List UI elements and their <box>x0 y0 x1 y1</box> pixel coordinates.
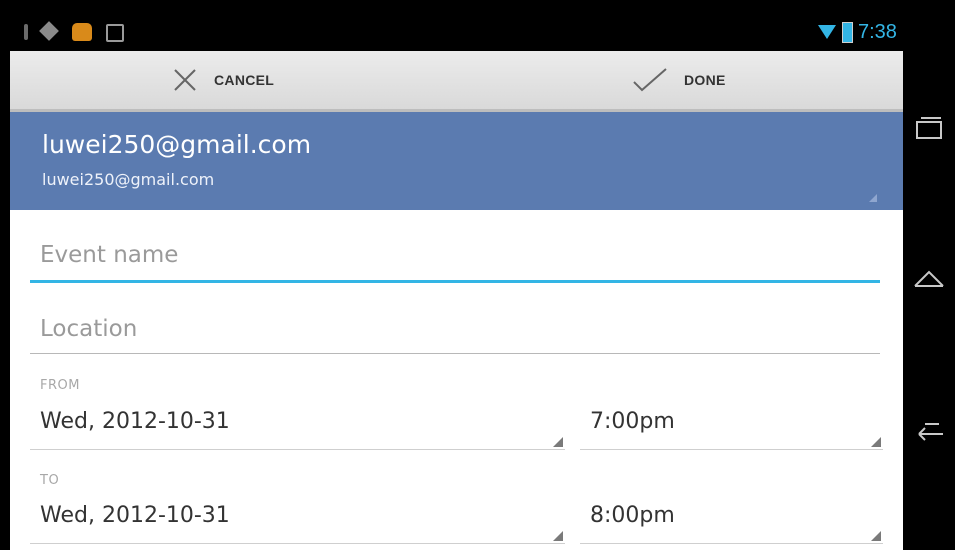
to-label: TO <box>40 473 60 488</box>
navigation-icon <box>39 21 59 41</box>
status-clock: 7:38 <box>858 21 897 43</box>
close-icon <box>170 65 200 95</box>
checkmark-icon <box>630 65 670 95</box>
battery-icon <box>842 22 853 43</box>
home-icon[interactable] <box>911 262 947 298</box>
location-underline <box>30 353 880 354</box>
cancel-label: CANCEL <box>214 72 275 88</box>
end-time-spinner[interactable]: 8:00pm <box>580 503 883 544</box>
end-date-spinner[interactable]: Wed, 2012-10-31 <box>30 503 565 544</box>
end-time-value: 8:00pm <box>590 503 675 528</box>
back-icon[interactable] <box>911 412 947 448</box>
end-date-value: Wed, 2012-10-31 <box>40 503 230 528</box>
start-date-value: Wed, 2012-10-31 <box>40 409 230 434</box>
start-time-spinner[interactable]: 7:00pm <box>580 409 883 450</box>
wifi-icon <box>818 25 836 39</box>
dropdown-corner-icon <box>871 437 881 447</box>
start-time-value: 7:00pm <box>590 409 675 434</box>
location-input[interactable] <box>40 309 880 349</box>
android-icon <box>72 23 92 41</box>
status-bar: 7:38 <box>10 15 903 51</box>
event-name-underline <box>30 280 880 283</box>
dropdown-corner-icon <box>869 194 877 202</box>
dropdown-corner-icon <box>871 531 881 541</box>
action-bar: CANCEL DONE <box>10 51 903 112</box>
event-editor-screen: 7:38 CANCEL DONE luwei250@gmail.com luwe… <box>10 15 903 550</box>
recents-icon[interactable] <box>911 110 947 146</box>
account-name: luwei250@gmail.com <box>42 130 312 159</box>
account-email: luwei250@gmail.com <box>42 170 215 189</box>
dropdown-corner-icon <box>553 437 563 447</box>
done-label: DONE <box>684 72 726 88</box>
sd-card-icon <box>106 24 124 42</box>
cancel-button[interactable]: CANCEL <box>170 51 274 109</box>
calendar-account-selector[interactable]: luwei250@gmail.com luwei250@gmail.com <box>10 112 903 210</box>
dropdown-corner-icon <box>553 531 563 541</box>
start-date-spinner[interactable]: Wed, 2012-10-31 <box>30 409 565 450</box>
done-button[interactable]: DONE <box>630 51 726 109</box>
event-name-input[interactable] <box>40 235 880 275</box>
from-label: FROM <box>40 378 80 393</box>
usb-icon <box>24 24 28 40</box>
navigation-bar <box>903 0 955 550</box>
